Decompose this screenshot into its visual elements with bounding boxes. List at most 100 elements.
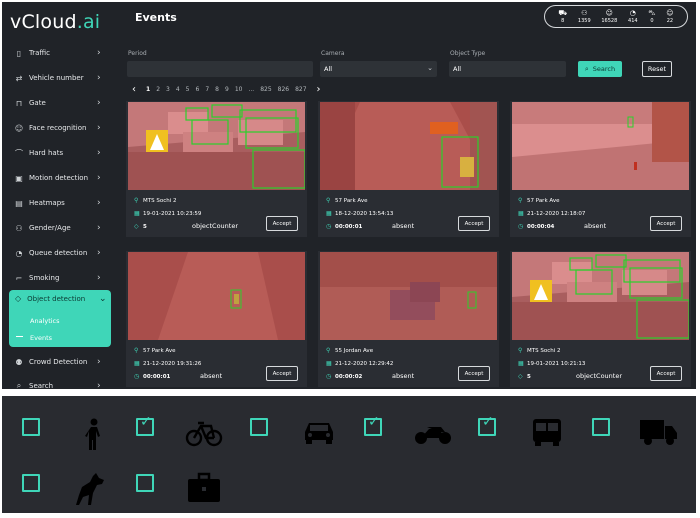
event-snapshot[interactable] [128, 252, 305, 340]
period-label: Period [128, 50, 147, 57]
checkbox-suitcase[interactable] [136, 474, 154, 492]
search-button[interactable]: ⌕ Search [578, 61, 622, 77]
event-location: 57 Park Ave [143, 347, 176, 354]
accept-button[interactable]: Accept [266, 216, 298, 231]
checkbox-bus[interactable]: ✓ [478, 414, 496, 436]
event-location: 57 Park Ave [527, 197, 560, 204]
checkbox-car[interactable] [250, 418, 268, 436]
search-icon: ⌕ [584, 64, 589, 73]
event-card: ⚲ MTS Sochi 2 ▦ 19-01-2021 10:23:59 ◇ 5 obj… [126, 101, 307, 237]
sidebar-item-vehicle-number[interactable]: ⇄ Vehicle number › [2, 66, 117, 90]
event-value: 5 [143, 223, 147, 230]
page-link[interactable]: 7 [205, 86, 209, 93]
event-card: ⚲ 57 Park Ave ▦ 21-12-2020 12:18:07 ◷ 00:00… [510, 101, 691, 237]
sidebar-subitem-events[interactable]: Events [30, 334, 52, 342]
sidebar-item-object-detection[interactable]: ◇ Object detection ⌄ Analytics Events [9, 290, 111, 347]
person-icon [74, 416, 114, 452]
accept-button[interactable]: Accept [650, 216, 682, 231]
event-card: ⚲ 57 Park Ave ▦ 18-12-2020 13:54:13 ◷ 00:00… [318, 101, 499, 237]
event-type: absent [200, 372, 223, 380]
car-icon [299, 414, 339, 450]
page-link[interactable]: 3 [166, 86, 170, 93]
object-type-panel: ✓ ✓ ✓ [2, 396, 696, 513]
page-link[interactable]: 825 [260, 86, 271, 93]
event-location: MTS Sochi 2 [143, 197, 177, 204]
face-icon: ☺ [14, 123, 24, 133]
check-icon: ✓ [140, 414, 152, 430]
accept-button[interactable]: Accept [266, 366, 298, 381]
accept-button[interactable]: Accept [650, 366, 682, 381]
search-icon: ⌕ [16, 381, 22, 389]
face-icon: ☺ [666, 9, 674, 17]
period-input[interactable] [127, 61, 313, 77]
event-snapshot[interactable] [320, 102, 497, 190]
sidebar-subitem-analytics[interactable]: Analytics [30, 317, 60, 325]
reset-button[interactable]: Reset [642, 61, 672, 77]
event-date: 21-12-2020 12:18:07 [527, 210, 586, 217]
calendar-icon: ▦ [518, 360, 524, 367]
stat-item: ⛟ 8 [558, 9, 568, 24]
sidebar-item-motion-detection[interactable]: ▣ Motion detection › [2, 166, 117, 190]
event-value: 00:00:01 [335, 223, 363, 230]
pagination: ‹ 1 2 3 4 5 6 7 8 9 10... 825 826 827 › [132, 82, 331, 96]
checkbox-bicycle[interactable]: ✓ [136, 414, 154, 436]
event-value: 00:00:02 [335, 373, 363, 380]
page-link[interactable]: 5 [186, 86, 190, 93]
sidebar-item-face-recognition[interactable]: ☺ Face recognition › [2, 116, 117, 140]
page-link[interactable]: 827 [295, 86, 306, 93]
sidebar-item-gate[interactable]: ⊓ Gate › [2, 91, 117, 115]
calendar-icon: ▦ [134, 360, 140, 367]
page-title: Events [135, 11, 177, 24]
chevron-down-icon[interactable]: ⌄ [99, 294, 107, 304]
smoking-icon: ⌐ [15, 273, 23, 283]
next-page-icon[interactable]: › [317, 84, 321, 95]
event-date: 18-12-2020 13:54:13 [335, 210, 394, 217]
sidebar-item-smoking[interactable]: ⌐ Smoking › [2, 266, 117, 290]
page-link[interactable]: 6 [196, 86, 200, 93]
checkbox-dog[interactable] [22, 474, 40, 492]
event-snapshot[interactable] [320, 252, 497, 340]
bicycle-icon [184, 414, 224, 450]
page-link[interactable]: 10 [235, 86, 243, 93]
people-icon: ⚇ [581, 9, 588, 17]
sidebar-item-traffic[interactable]: ▯ Traffic › [2, 41, 117, 65]
page-link[interactable]: 9 [225, 86, 229, 93]
prev-page-icon[interactable]: ‹ [132, 84, 136, 95]
calendar-icon: ▦ [326, 210, 332, 217]
checkbox-person[interactable] [22, 418, 40, 436]
camera-select[interactable]: All ⌄ [320, 61, 437, 77]
sidebar-item-hard-hats[interactable]: ⌒ Hard hats › [2, 141, 117, 165]
page-link[interactable]: 1 [146, 86, 150, 93]
sidebar-item-search[interactable]: ⌕ Search › [2, 374, 117, 389]
stat-item: ☺ 16528 [601, 9, 618, 24]
counter-icon: ◇ [134, 223, 139, 230]
event-snapshot[interactable] [128, 102, 305, 190]
accept-button[interactable]: Accept [458, 216, 490, 231]
page-link[interactable]: 8 [215, 86, 219, 93]
car-icon: ⛍ [648, 9, 656, 17]
checkbox-motorcycle[interactable]: ✓ [364, 415, 382, 436]
sidebar-item-queue-detection[interactable]: ◔ Queue detection › [2, 241, 117, 265]
counter-icon: ◇ [518, 373, 523, 380]
checkbox-truck[interactable] [592, 418, 610, 436]
chevron-right-icon: › [97, 173, 101, 183]
event-snapshot[interactable] [512, 102, 689, 190]
dog-icon [70, 470, 110, 506]
page-link[interactable]: 4 [176, 86, 180, 93]
sidebar-item-gender-age[interactable]: ⚇ Gender/Age › [2, 216, 117, 240]
sidebar-item-heatmaps[interactable]: ▤ Heatmaps › [2, 191, 117, 215]
sidebar-item-crowd-detection[interactable]: ⚉ Crowd Detection › [2, 350, 117, 374]
check-icon: ✓ [482, 414, 494, 430]
event-location: MTS Sochi 2 [527, 347, 561, 354]
page-link[interactable]: 2 [156, 86, 160, 93]
page-link[interactable]: 826 [278, 86, 289, 93]
chevron-right-icon: › [97, 148, 101, 158]
event-snapshot[interactable] [512, 252, 689, 340]
event-type: absent [584, 222, 607, 230]
event-type: absent [392, 372, 415, 380]
accept-button[interactable]: Accept [458, 366, 490, 381]
stat-item: ⛍ 0 [648, 9, 656, 24]
chevron-right-icon: › [97, 223, 101, 233]
stat-item: ◔ 414 [628, 9, 638, 24]
object-type-select[interactable]: All [449, 61, 566, 77]
